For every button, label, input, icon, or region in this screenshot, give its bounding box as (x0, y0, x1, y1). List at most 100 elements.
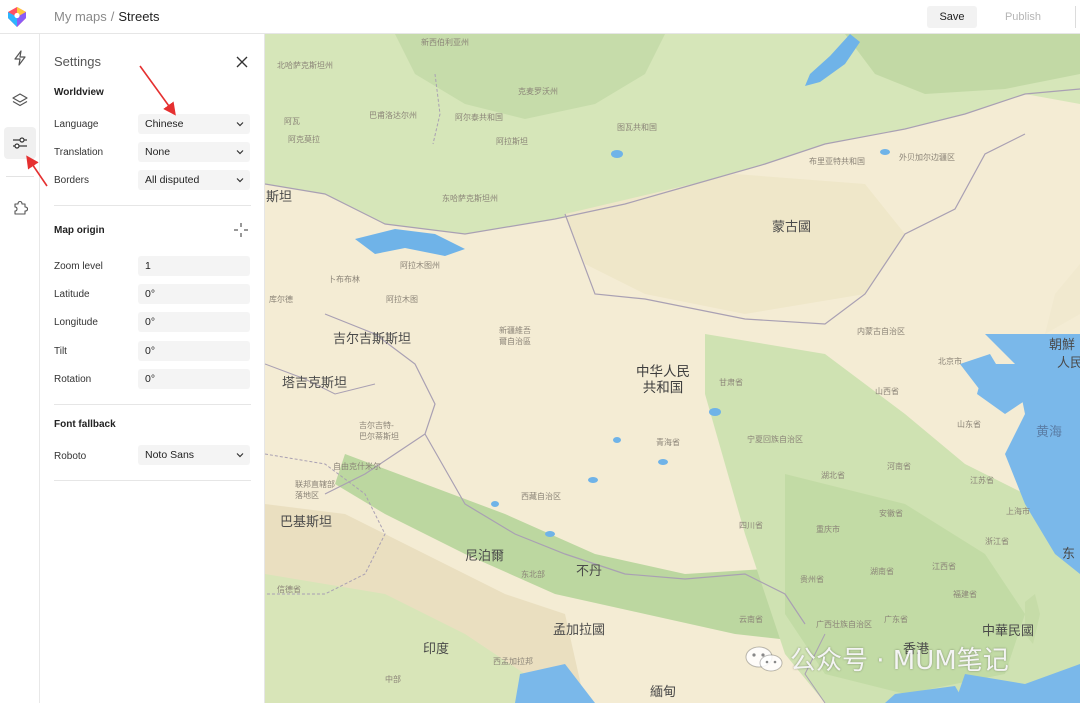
tilt-input[interactable]: 0° (138, 341, 250, 361)
map-label: 阿拉木图州 (400, 261, 440, 270)
map-label: 自由克什米尔 (333, 462, 381, 471)
bolt-icon (14, 50, 26, 66)
map-label: 克麦罗沃州 (518, 87, 558, 96)
longitude-input[interactable]: 0° (138, 312, 250, 332)
rail-item-layers[interactable] (4, 84, 36, 116)
map-label: 信德省 (277, 585, 301, 594)
map-label: 东北部 (521, 570, 545, 579)
map-label: 上海市 (1006, 507, 1030, 516)
latitude-input[interactable]: 0° (138, 284, 250, 304)
map-label: 河南省 (887, 462, 911, 471)
rail-divider (6, 176, 34, 177)
borders-label: Borders (54, 175, 90, 186)
map-label: 斯坦 (266, 190, 293, 205)
map-label: 西孟加拉邦 (493, 657, 533, 666)
map-label: 福建省 (953, 590, 977, 599)
map-label: 新西伯利亚州 (421, 38, 469, 47)
map-label: 甘肃省 (719, 378, 743, 387)
map-label: 黄海 (1036, 425, 1063, 440)
map-label: 人民 (1057, 356, 1080, 371)
map-label: 阿克莫拉 (288, 135, 320, 144)
rail-item-components[interactable] (4, 42, 36, 74)
map-label: 库尔德 (269, 295, 293, 304)
breadcrumb-root[interactable]: My maps (54, 9, 107, 24)
map-label: 湖南省 (870, 567, 894, 576)
map-label: 巴基斯坦 (280, 515, 333, 530)
map-label: 山东省 (957, 420, 981, 429)
panel-title: Settings (54, 54, 101, 69)
logo-icon (8, 6, 26, 27)
app-logo[interactable] (0, 0, 34, 34)
map-label: 北京市 (938, 357, 962, 366)
map-label: 中華民國 (982, 624, 1035, 639)
rail-item-extensions[interactable] (4, 192, 36, 224)
map-label: 蒙古國 (772, 220, 812, 235)
map-label: 吉尔吉斯斯坦 (333, 332, 412, 347)
map-label: 云南省 (739, 615, 763, 624)
breadcrumb-current: Streets (118, 9, 160, 24)
map-label: 联邦直辖部落地区 (295, 480, 335, 500)
map-label: 西藏自治区 (521, 492, 561, 501)
section-divider (54, 404, 251, 405)
map-label: 阿瓦 (284, 117, 300, 126)
rotation-input[interactable]: 0° (138, 369, 250, 389)
map-label: 阿尔泰共和国 (455, 113, 503, 122)
breadcrumb: My maps / Streets (54, 9, 160, 24)
map-label: 卜布布林 (328, 275, 360, 284)
publish-button[interactable]: Publish (993, 6, 1053, 28)
map-origin-section-title: Map origin (54, 225, 105, 236)
crosshair-icon[interactable] (234, 223, 248, 237)
map-label: 安徽省 (879, 509, 903, 518)
map-label: 山西省 (875, 387, 899, 396)
layers-icon (12, 93, 28, 107)
translation-select[interactable]: None (138, 142, 250, 162)
translation-label: Translation (54, 147, 104, 158)
map-label: 布里亚特共和国 (809, 157, 865, 166)
map-label: 宁夏回族自治区 (747, 435, 803, 444)
zoom-level-label: Zoom level (54, 261, 103, 272)
map-label: 东 (1062, 547, 1076, 562)
map-label: 中华人民共和国 (636, 364, 690, 396)
rail-item-settings[interactable] (4, 127, 36, 159)
sliders-icon (13, 137, 27, 149)
roboto-fallback-select[interactable]: Noto Sans (138, 445, 250, 465)
map-label: 吉尔吉特-巴尔蒂斯坦 (359, 421, 399, 441)
latitude-label: Latitude (54, 289, 90, 300)
borders-select[interactable]: All disputed (138, 170, 250, 190)
map-label: 广东省 (884, 615, 908, 624)
save-button[interactable]: Save (927, 6, 977, 28)
map-label: 湖北省 (821, 471, 845, 480)
roboto-label: Roboto (54, 451, 87, 462)
close-icon[interactable] (234, 54, 250, 70)
map-canvas[interactable]: 新西伯利亚州 北哈萨克斯坦州 克麦罗沃州 巴甫洛达尔州 阿尔泰共和国 阿瓦 图瓦… (265, 34, 1080, 703)
puzzle-icon (14, 200, 28, 215)
map-label: 四川省 (739, 521, 763, 530)
borders-value: All disputed (145, 174, 200, 186)
watermark: 公众号 · MUM笔记 (744, 640, 1009, 677)
zoom-level-input[interactable]: 1 (138, 256, 250, 276)
longitude-label: Longitude (54, 317, 98, 328)
map-label: 江苏省 (970, 476, 994, 485)
map-label: 緬甸 (650, 685, 677, 700)
map-label: 广西壮族自治区 (816, 620, 872, 629)
top-bar: My maps / Streets Save Publish (0, 0, 1080, 34)
map-label: 贵州省 (800, 575, 824, 584)
map-label: 北哈萨克斯坦州 (277, 61, 333, 70)
map-label: 不丹 (576, 564, 603, 579)
tilt-label: Tilt (54, 346, 67, 357)
map-label: 外贝加尔边疆区 (899, 153, 955, 162)
toolbar-divider (1075, 6, 1076, 28)
section-divider (54, 205, 251, 206)
chevron-down-icon (236, 453, 244, 458)
map-label: 中部 (385, 675, 401, 684)
map-label: 青海省 (656, 438, 680, 447)
roboto-fallback-value: Noto Sans (145, 449, 195, 461)
worldview-section-title: Worldview (54, 87, 104, 98)
watermark-text: 公众号 · MUM笔记 (790, 646, 1009, 676)
map-label: 孟加拉國 (553, 623, 606, 638)
language-select[interactable]: Chinese (138, 114, 250, 134)
map-label: 内蒙古自治区 (857, 327, 905, 336)
wechat-icon (745, 646, 783, 671)
map-label: 阿拉木图 (386, 295, 418, 304)
settings-panel: Settings Worldview Language Chinese Tran… (40, 34, 265, 703)
